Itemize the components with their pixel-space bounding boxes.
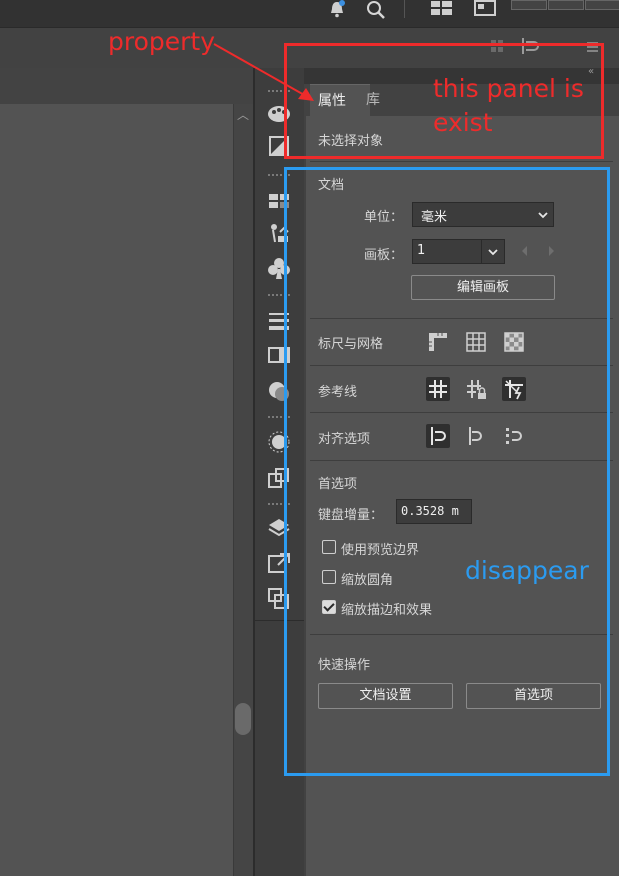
panel-toggle-icon[interactable] <box>474 0 496 16</box>
annotation-blue-box <box>284 167 610 776</box>
close-icon[interactable] <box>585 0 619 10</box>
search-icon[interactable] <box>365 0 387 20</box>
annotation-panel-exist-line1: this panel is <box>433 74 584 103</box>
workspace-icon[interactable] <box>430 0 454 16</box>
section-divider <box>310 161 613 162</box>
title-bar <box>0 0 619 27</box>
minimize-icon[interactable] <box>511 0 547 10</box>
canvas-area[interactable] <box>0 104 233 876</box>
titlebar-divider <box>404 0 405 18</box>
annotation-panel-exist-line2: exist <box>433 108 493 137</box>
annotation-property-label: property <box>108 27 216 56</box>
annotation-arrow <box>213 43 314 101</box>
bell-icon[interactable] <box>328 0 346 18</box>
scroll-up-icon[interactable]: ︿ <box>236 108 250 122</box>
restore-icon[interactable] <box>548 0 584 10</box>
annotation-disappear-label: disappear <box>465 556 589 585</box>
vertical-scrollbar[interactable] <box>233 104 254 876</box>
scrollbar-thumb[interactable] <box>235 703 251 735</box>
